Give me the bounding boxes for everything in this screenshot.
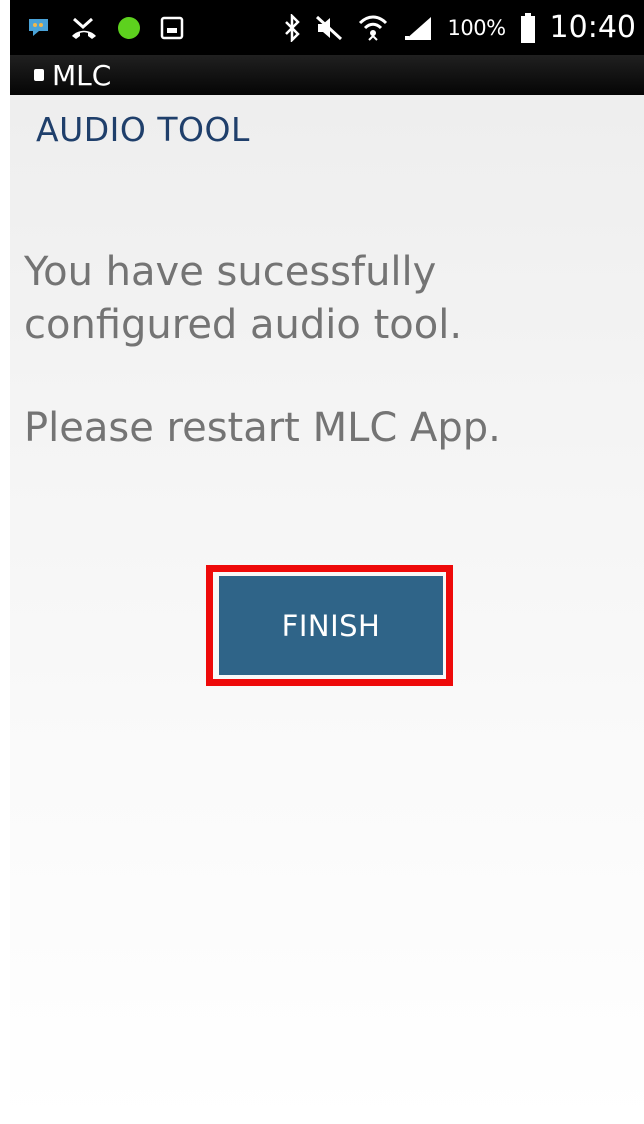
page-title: AUDIO TOOL xyxy=(36,110,250,149)
app-title-bar: MLC xyxy=(10,55,644,95)
clock: 10:40 xyxy=(549,10,636,45)
app-title: MLC xyxy=(52,58,112,92)
gallery-icon xyxy=(160,16,184,40)
battery-percent: 100% xyxy=(447,15,506,40)
mute-icon xyxy=(315,15,343,41)
success-message: You have sucessfully configured audio to… xyxy=(24,249,463,348)
status-bar: 100% 10:40 xyxy=(10,0,644,55)
restart-instruction: Please restart MLC App. xyxy=(24,405,501,451)
app-screen: 100% 10:40 MLC AUDIO TOOL You have suces… xyxy=(10,0,644,1124)
signal-icon xyxy=(403,15,433,41)
battery-icon xyxy=(520,12,536,43)
wifi-icon xyxy=(357,13,389,43)
missed-call-icon xyxy=(70,15,98,41)
bluetooth-icon xyxy=(283,13,301,42)
app-icon xyxy=(34,69,44,81)
chat-icon xyxy=(26,16,52,40)
finish-button[interactable]: FINISH xyxy=(219,576,443,675)
green-dot-icon xyxy=(116,15,142,41)
